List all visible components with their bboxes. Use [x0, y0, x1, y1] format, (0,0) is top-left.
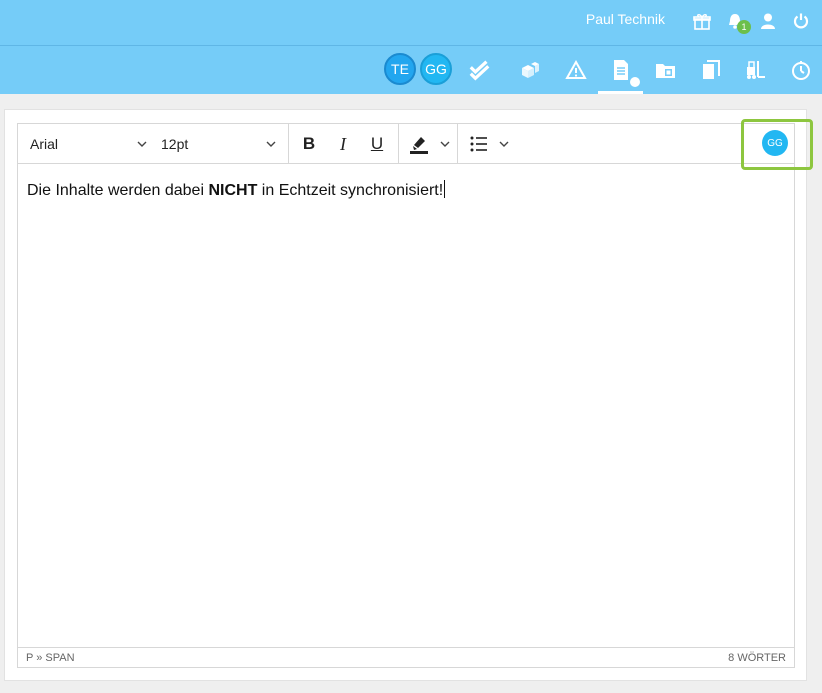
chevron-down-icon[interactable] — [265, 138, 277, 150]
chevron-down-icon[interactable] — [136, 138, 148, 150]
font-size-value: 12pt — [161, 136, 189, 152]
font-family-select[interactable]: Arial — [30, 124, 150, 164]
nav-bar: TE GG — [0, 46, 822, 94]
toolbar-divider — [398, 124, 399, 164]
text-cursor — [444, 180, 446, 198]
user-icon[interactable] — [757, 10, 779, 32]
chevron-down-icon[interactable] — [439, 138, 451, 150]
username[interactable]: Paul Technik — [586, 11, 665, 27]
bell-icon[interactable]: 1 — [724, 10, 751, 34]
font-size-select[interactable]: 12pt — [161, 124, 281, 164]
highlight-color-icon[interactable] — [406, 132, 432, 156]
warning-icon[interactable] — [564, 58, 588, 82]
folder-icon[interactable] — [654, 58, 678, 82]
editor-content[interactable]: Die Inhalte werden dabei NICHT in Echtze… — [27, 180, 446, 200]
avatar-te[interactable]: TE — [384, 53, 416, 85]
rich-text-editor: Arial 12pt B I U Die Inhalte werden dabe… — [17, 123, 795, 668]
editor-statusbar: P » SPAN 8 WÖRTER — [18, 647, 794, 667]
active-indicator-dot — [630, 77, 640, 87]
copy-icon[interactable] — [699, 58, 723, 82]
power-icon[interactable] — [790, 10, 812, 32]
content-panel: Arial 12pt B I U Die Inhalte werden dabe… — [4, 109, 807, 681]
font-family-value: Arial — [30, 136, 59, 152]
content-text-end: in Echtzeit synchronisiert! — [257, 182, 444, 199]
italic-button[interactable]: I — [330, 132, 356, 156]
collaborator-avatar[interactable]: GG — [762, 130, 788, 156]
forklift-icon[interactable] — [743, 58, 767, 82]
top-bar: Paul Technik 1 — [0, 0, 822, 46]
bullet-list-icon[interactable] — [466, 132, 492, 156]
underline-button[interactable]: U — [364, 132, 390, 156]
notification-badge: 1 — [737, 20, 751, 34]
boxes-icon[interactable] — [518, 58, 542, 82]
toolbar-divider — [457, 124, 458, 164]
chevron-down-icon[interactable] — [498, 138, 510, 150]
clock-icon[interactable] — [789, 58, 813, 82]
content-bold-text: NICHT — [208, 182, 258, 199]
word-count: 8 WÖRTER — [728, 652, 786, 664]
gift-icon[interactable] — [691, 10, 713, 32]
editor-toolbar: Arial 12pt B I U — [18, 124, 794, 164]
bold-button[interactable]: B — [296, 132, 322, 156]
toolbar-divider — [288, 124, 289, 164]
content-text: Die Inhalte werden dabei — [27, 182, 209, 199]
element-path[interactable]: P » SPAN — [26, 652, 75, 664]
avatar-gg[interactable]: GG — [420, 53, 452, 85]
document-icon[interactable] — [609, 58, 633, 82]
double-check-icon[interactable] — [468, 58, 492, 82]
active-indicator-line — [598, 91, 643, 94]
